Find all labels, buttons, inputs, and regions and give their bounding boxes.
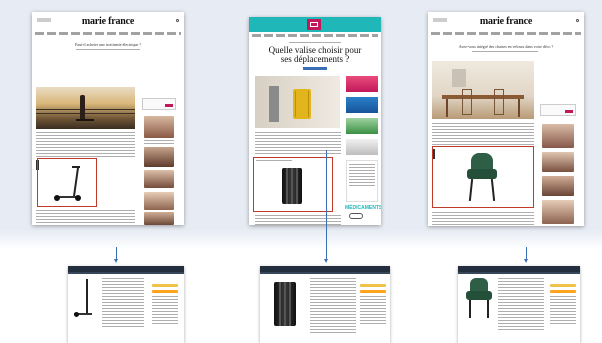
add-to-cart-button[interactable] — [550, 284, 576, 287]
article-body-1 — [255, 132, 341, 156]
site-logo[interactable] — [307, 19, 321, 30]
shop-buybox — [360, 296, 386, 326]
product-highlight[interactable] — [253, 157, 333, 212]
sidebar-ad-4[interactable] — [346, 139, 378, 155]
buy-now-button[interactable] — [550, 290, 576, 293]
breadcrumb — [289, 42, 341, 44]
brand-logo[interactable]: marie france — [32, 16, 184, 27]
buy-now-button[interactable] — [360, 290, 386, 293]
article-body-1 — [36, 132, 135, 158]
shop-product-image — [274, 282, 296, 326]
shop-product-image — [466, 278, 492, 322]
hero-image — [255, 76, 340, 128]
sidebar-ad-2[interactable] — [346, 97, 378, 113]
background-fade — [0, 230, 602, 250]
search-icon[interactable] — [576, 19, 579, 22]
store-locator-icon[interactable] — [349, 213, 363, 219]
arrow-line-1 — [116, 247, 117, 259]
arrow-head-3 — [524, 259, 528, 263]
byline — [76, 49, 140, 52]
sidebar-thumb-2[interactable] — [542, 152, 574, 172]
article-page-scooter: marie france Faut-il acheter une trottin… — [32, 12, 184, 225]
search-icon[interactable] — [176, 19, 179, 22]
article-headline: Quelle valise choisir pour ses déplaceme… — [268, 45, 362, 64]
share-buttons[interactable] — [303, 67, 327, 70]
sidebar-ad[interactable] — [142, 98, 176, 110]
article-headline: Faut-il acheter une trottinette électriq… — [74, 42, 142, 47]
buy-now-button[interactable] — [152, 290, 178, 293]
hero-image — [432, 61, 534, 119]
product-highlight[interactable] — [432, 146, 534, 208]
sidebar-thumb-3[interactable] — [144, 170, 174, 188]
arrow-head-1 — [114, 259, 118, 263]
sidebar-caption-1 — [144, 140, 174, 144]
arrow-line-2 — [326, 150, 327, 260]
arrow-head-2 — [324, 259, 328, 263]
sidebar-thumb-4[interactable] — [542, 200, 574, 224]
medicaments-label[interactable]: MÉDICAMENTS — [345, 205, 381, 211]
article-page-suitcase: Quelle valise choisir pour ses déplaceme… — [249, 17, 381, 225]
sidebar-thumb-4[interactable] — [144, 192, 174, 210]
main-nav[interactable] — [431, 32, 581, 35]
shop-page-chair[interactable] — [458, 266, 580, 343]
main-nav[interactable] — [35, 32, 181, 35]
arrow-line-3 — [526, 247, 527, 259]
sidebar-thumb-1[interactable] — [144, 116, 174, 138]
sidebar-thumb-2[interactable] — [144, 147, 174, 167]
shop-page-scooter[interactable] — [68, 266, 184, 343]
sidebar-ad-3[interactable] — [346, 118, 378, 134]
product-highlight[interactable] — [37, 158, 97, 207]
sidebar-ad-1[interactable] — [346, 76, 378, 92]
chair-image — [467, 153, 497, 203]
scooter-image — [54, 166, 82, 202]
sidebar-thumb-3[interactable] — [542, 176, 574, 196]
byline — [472, 51, 538, 54]
shop-buybox — [550, 296, 576, 326]
article-body-2 — [36, 210, 135, 225]
brand-logo[interactable]: marie france — [428, 16, 584, 27]
shop-product-details — [498, 278, 544, 330]
shop-product-details — [310, 278, 356, 334]
sidebar-thumb-5[interactable] — [144, 212, 174, 225]
shop-buybox — [152, 296, 178, 324]
sidebar-widget[interactable] — [346, 160, 378, 202]
sidebar-ad[interactable] — [540, 104, 576, 116]
article-body-2 — [432, 212, 534, 226]
article-body-1 — [432, 123, 534, 145]
main-nav[interactable] — [252, 34, 378, 37]
article-page-chair: marie france Avez-vous intégré des chais… — [428, 12, 584, 226]
suitcase-image — [282, 168, 302, 204]
add-to-cart-button[interactable] — [152, 284, 178, 287]
comparison-canvas: marie france Faut-il acheter une trottin… — [0, 0, 602, 343]
hero-image — [36, 87, 135, 129]
sidebar-thumb-1[interactable] — [542, 124, 574, 148]
shop-page-suitcase[interactable] — [260, 266, 390, 343]
article-body-2 — [255, 215, 341, 225]
article-headline: Avez-vous intégré des chaises en velours… — [458, 44, 554, 49]
shop-product-details — [102, 278, 144, 328]
shop-product-image — [74, 279, 94, 319]
add-to-cart-button[interactable] — [360, 284, 386, 287]
